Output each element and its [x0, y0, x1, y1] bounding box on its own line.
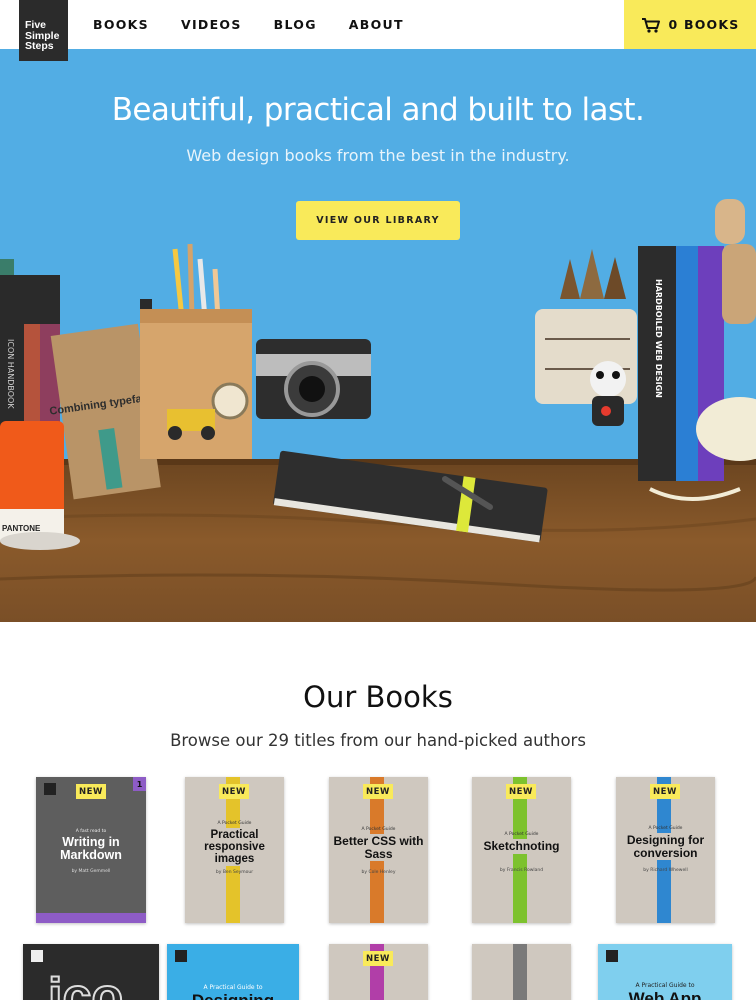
cart-button[interactable]: 0 BOOKS: [624, 0, 756, 49]
cart-label: 0 BOOKS: [668, 17, 740, 32]
book-title: Sketchnoting: [472, 839, 571, 854]
book-pretitle: A Practical Guide to: [635, 982, 695, 989]
publisher-logo: [606, 950, 618, 962]
book-pretitle: A Practical Guide to: [203, 984, 263, 991]
hardboiled-book-spine: HARDBOILED WEB DESIGN: [654, 279, 663, 398]
logo-line: Five: [25, 19, 47, 31]
publisher-logo: [44, 783, 56, 795]
book-title: Designing for conversion: [616, 833, 715, 861]
book-title: Writing in Markdown: [60, 835, 122, 863]
book-practical-responsive-images[interactable]: NEW A Pocket Guide Practical responsive …: [185, 777, 284, 923]
book-icon-handbook[interactable]: ico: [23, 944, 159, 1000]
book-spine-band: [513, 944, 527, 1000]
nav-item-about[interactable]: ABOUT: [349, 17, 404, 32]
book-byline: by Ben Seymour: [215, 870, 254, 875]
new-badge: NEW: [363, 784, 393, 799]
section-title: Our Books: [303, 680, 453, 714]
nav-item-blog[interactable]: BLOG: [274, 17, 317, 32]
book-designing-for-conversion[interactable]: NEW A Pocket Guide Designing for convers…: [616, 777, 715, 923]
icon-handbook-spine: ICON HANDBOOK: [6, 339, 15, 409]
book-sketchnoting[interactable]: NEW A Pocket Guide Sketchnoting by Franc…: [472, 777, 571, 923]
book-pretitle: A Pocket Guide: [504, 832, 539, 837]
hero-title: Beautiful, practical and built to last.: [111, 92, 645, 128]
new-badge: NEW: [506, 784, 536, 799]
book-byline: by Matt Gemmell: [71, 869, 111, 874]
book-color-band: [36, 913, 146, 923]
book-byline: by Cole Henley: [361, 870, 396, 875]
book-purple-spine[interactable]: NEW: [329, 944, 428, 1000]
book-pretitle: A Pocket Guide: [648, 826, 683, 831]
book-title: Better CSS with Sass: [329, 834, 428, 862]
five-simple-steps-logo[interactable]: Five Simple Steps: [19, 0, 68, 61]
desk-scene-illustration: ICON HANDBOOK Combining typefaces PANTON…: [0, 199, 756, 622]
book-title: Web App: [628, 989, 702, 1000]
shopping-cart-icon: [641, 17, 660, 33]
book-practical-guide-web-app[interactable]: A Practical Guide to Web App: [598, 944, 732, 1000]
new-badge: NEW: [76, 784, 106, 799]
book-pretitle: A Pocket Guide: [217, 821, 252, 826]
new-badge: NEW: [219, 784, 249, 799]
logo-line: Steps: [25, 40, 54, 52]
book-title: Practical responsive images: [185, 828, 284, 867]
pantone-mug-label: PANTONE: [2, 524, 41, 533]
publisher-logo: [175, 950, 187, 962]
book-grey-spine[interactable]: [472, 944, 571, 1000]
section-subtitle: Browse our 29 titles from our hand-picke…: [170, 731, 586, 750]
main-nav: BOOKS VIDEOS BLOG ABOUT: [93, 17, 404, 32]
icon-pattern-artwork: ico: [47, 967, 124, 1000]
volume-number: 1: [133, 777, 146, 791]
hero-banner: ICON HANDBOOK Combining typefaces PANTON…: [0, 49, 756, 622]
book-writing-in-markdown[interactable]: NEW 1 A fast read to Writing in Markdown…: [36, 777, 146, 923]
book-title: Designing: [167, 992, 299, 1000]
view-library-button[interactable]: VIEW OUR LIBRARY: [296, 201, 460, 240]
book-practical-guide-designing[interactable]: A Practical Guide to Designing: [167, 944, 299, 1000]
nav-item-books[interactable]: BOOKS: [93, 17, 149, 32]
new-badge: NEW: [363, 951, 393, 966]
book-better-css-with-sass[interactable]: NEW A Pocket Guide Better CSS with Sass …: [329, 777, 428, 923]
hero-subtitle: Web design books from the best in the in…: [186, 146, 570, 165]
svg-text:ico: ico: [48, 968, 123, 1000]
site-header: Five Simple Steps BOOKS VIDEOS BLOG ABOU…: [0, 0, 756, 61]
book-pretitle: A fast read to: [75, 829, 107, 834]
new-badge: NEW: [650, 784, 680, 799]
book-byline: by Richard Whewell: [643, 868, 688, 873]
book-byline: by Francis Rowland: [499, 868, 544, 873]
nav-item-videos[interactable]: VIDEOS: [181, 17, 242, 32]
book-pretitle: A Pocket Guide: [361, 827, 396, 832]
